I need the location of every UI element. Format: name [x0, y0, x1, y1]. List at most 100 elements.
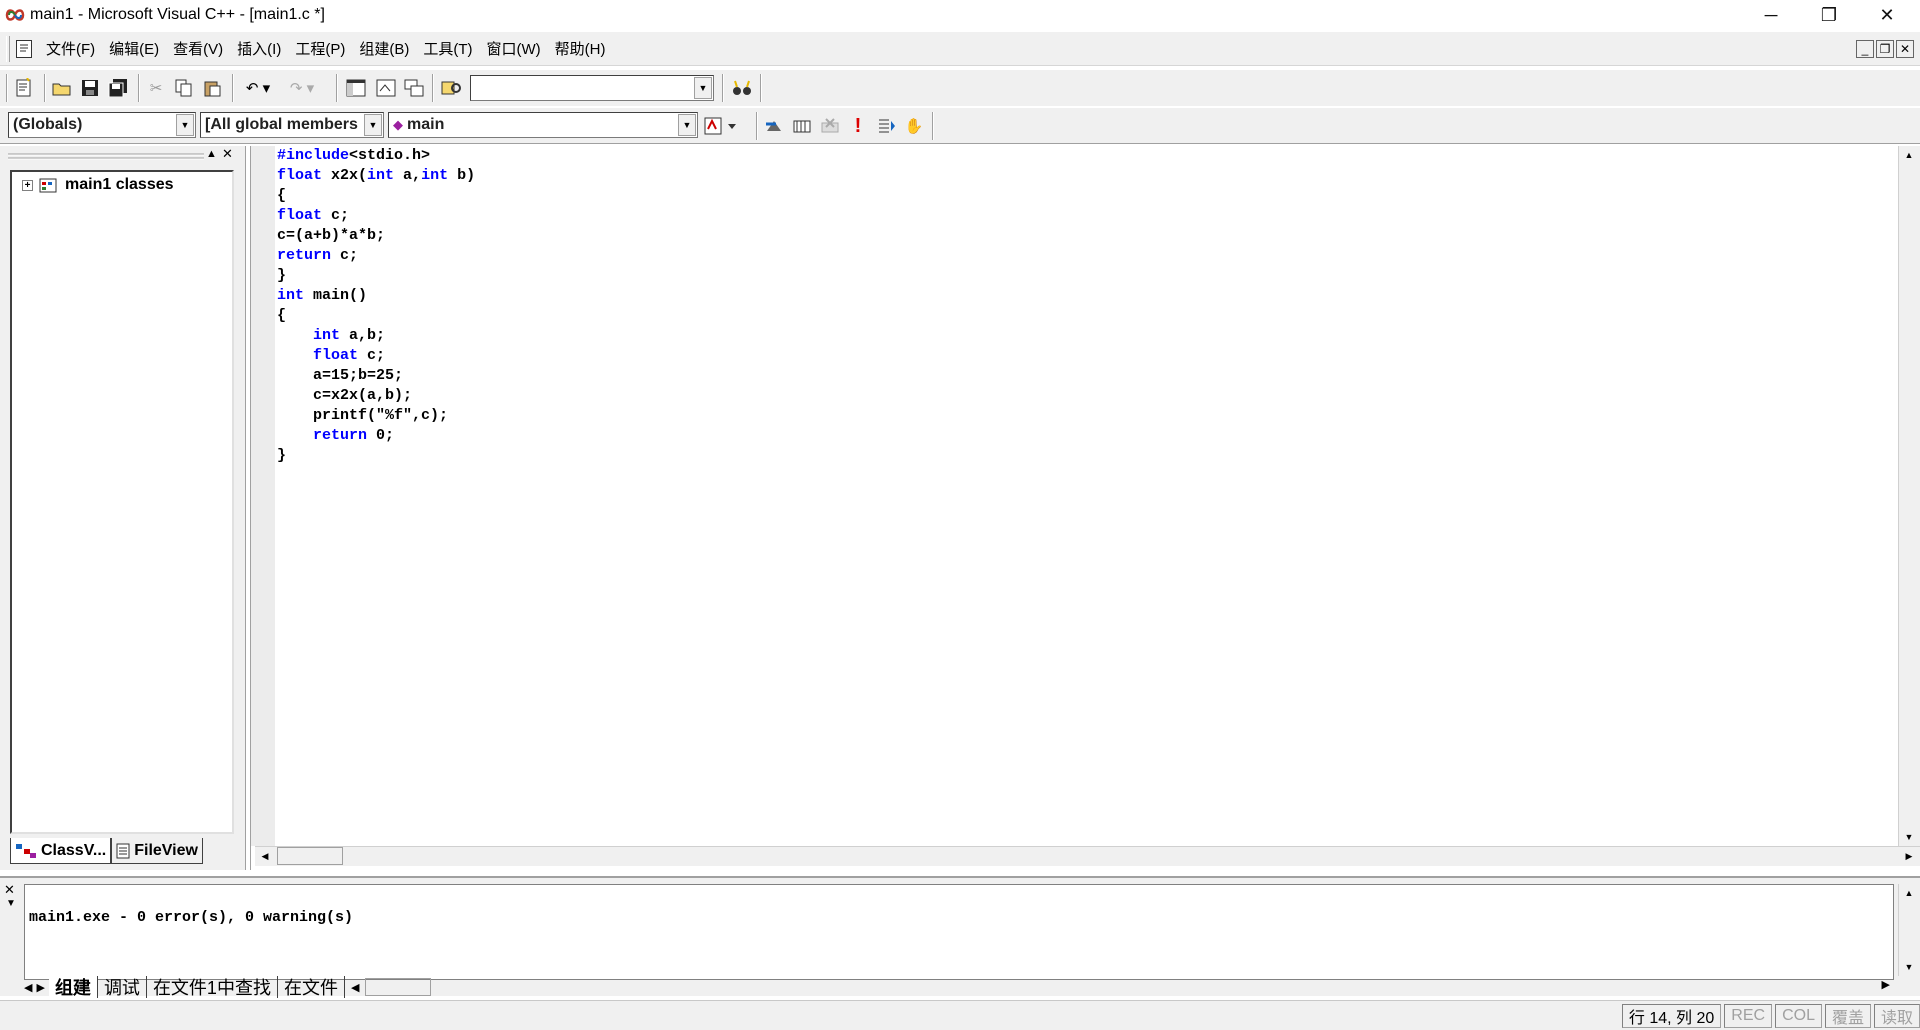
- mdi-minimize-button[interactable]: _: [1856, 40, 1874, 58]
- output-close-icon[interactable]: ✕: [4, 882, 15, 898]
- compile-icon[interactable]: [762, 114, 786, 138]
- code-line[interactable]: return c;: [277, 246, 475, 266]
- find-in-files-icon[interactable]: [440, 76, 464, 100]
- workspace-window-icon[interactable]: [344, 76, 368, 100]
- menu-project[interactable]: 工程(P): [295, 38, 345, 59]
- output-maximize-icon[interactable]: ▼: [6, 898, 16, 909]
- menu-view[interactable]: 查看(V): [173, 38, 223, 59]
- tab-fileview[interactable]: FileView: [111, 838, 203, 864]
- mdi-close-button[interactable]: ✕: [1896, 40, 1914, 58]
- save-icon[interactable]: [78, 76, 102, 100]
- toolbar-separator: [44, 74, 46, 102]
- document-icon[interactable]: [16, 39, 32, 58]
- scroll-down-icon[interactable]: ▼: [1899, 828, 1919, 846]
- paste-icon[interactable]: [200, 76, 224, 100]
- code-line[interactable]: int main(): [277, 286, 475, 306]
- chevron-down-icon[interactable]: ▼: [364, 114, 382, 136]
- menu-build[interactable]: 组建(B): [359, 38, 409, 59]
- code-line[interactable]: return 0;: [277, 426, 475, 446]
- build-icon[interactable]: [790, 114, 814, 138]
- cut-icon[interactable]: ✂: [144, 76, 168, 100]
- output-tabs: ◀ ▶ 组建 调试 在文件1中查找 在文件 ◀: [24, 976, 432, 998]
- tree-node-main1-classes[interactable]: + main1 classes: [22, 176, 174, 194]
- visual-cpp-app-icon[interactable]: [4, 4, 26, 26]
- restore-button[interactable]: ❐: [1800, 0, 1858, 30]
- close-button[interactable]: ✕: [1858, 0, 1916, 30]
- chevron-down-icon[interactable]: ▼: [678, 114, 696, 136]
- chevron-down-icon[interactable]: ▼: [176, 114, 194, 136]
- scroll-down-icon[interactable]: ▼: [1899, 958, 1919, 976]
- tab-scroll-right-icon[interactable]: ▶: [36, 981, 44, 994]
- expand-plus-icon[interactable]: +: [22, 179, 33, 191]
- menu-tools[interactable]: 工具(T): [423, 38, 472, 59]
- undo-icon[interactable]: ↶ ▾: [240, 76, 276, 100]
- code-line[interactable]: printf("%f",c);: [277, 406, 475, 426]
- tab-debug[interactable]: 调试: [98, 976, 147, 998]
- code-line[interactable]: c=x2x(a,b);: [277, 386, 475, 406]
- editor-horizontal-scrollbar[interactable]: ◀ ▶: [255, 846, 1920, 866]
- find-combo[interactable]: ▼: [470, 75, 714, 101]
- wizardbar-actions-icon[interactable]: [702, 114, 742, 138]
- output-window-icon[interactable]: [374, 76, 398, 100]
- code-line[interactable]: float c;: [277, 206, 475, 226]
- code-line[interactable]: int a,b;: [277, 326, 475, 346]
- menu-window[interactable]: 窗口(W): [486, 38, 540, 59]
- tab-classview[interactable]: ClassV...: [10, 838, 112, 864]
- chevron-down-icon[interactable]: ▼: [694, 77, 712, 99]
- scroll-up-icon[interactable]: ▲: [1899, 884, 1919, 902]
- code-line[interactable]: c=(a+b)*a*b;: [277, 226, 475, 246]
- member-combo[interactable]: ◆ main ▼: [388, 112, 698, 138]
- redo-icon[interactable]: ↷ ▾: [284, 76, 320, 100]
- code-line[interactable]: float x2x(int a,int b): [277, 166, 475, 186]
- code-editor[interactable]: #include<stdio.h> float x2x(int a,int b){…: [250, 146, 1920, 870]
- tab-scroll-left-icon[interactable]: ◀: [24, 981, 32, 994]
- window-list-icon[interactable]: [402, 76, 426, 100]
- code-line[interactable]: {: [277, 186, 475, 206]
- editor-vertical-scrollbar[interactable]: ▲ ▼: [1898, 146, 1920, 846]
- output-text-area[interactable]: main1.exe - 0 error(s), 0 warning(s): [24, 884, 1894, 980]
- code-line[interactable]: #include<stdio.h>: [277, 146, 475, 166]
- copy-icon[interactable]: [172, 76, 196, 100]
- breakpoint-hand-icon[interactable]: ✋: [902, 114, 926, 138]
- workspace-close-icon[interactable]: ✕: [222, 146, 233, 162]
- class-combo[interactable]: (Globals) ▼: [8, 112, 196, 138]
- mdi-restore-button[interactable]: ❐: [1876, 40, 1894, 58]
- open-folder-icon[interactable]: [50, 76, 74, 100]
- execute-icon[interactable]: !: [846, 114, 870, 138]
- code-line[interactable]: a=15;b=25;: [277, 366, 475, 386]
- go-debug-icon[interactable]: [874, 114, 898, 138]
- menu-file[interactable]: 文件(F): [46, 38, 95, 59]
- menu-edit[interactable]: 编辑(E): [109, 38, 159, 59]
- tab-find-in-files-1[interactable]: 在文件1中查找: [147, 976, 278, 998]
- code-line[interactable]: {: [277, 306, 475, 326]
- stop-build-icon[interactable]: [818, 114, 842, 138]
- wizard-toolbar: (Globals) ▼ [All global members ▼ ◆ main…: [0, 108, 1920, 144]
- menubar-grip[interactable]: [6, 35, 10, 62]
- member-combo-value: main: [407, 116, 445, 133]
- workspace-maximize-icon[interactable]: ▲: [206, 148, 217, 160]
- code-line[interactable]: }: [277, 446, 475, 466]
- toolbar-separator: [722, 74, 724, 102]
- menu-help[interactable]: 帮助(H): [555, 38, 606, 59]
- code-line[interactable]: float c;: [277, 346, 475, 366]
- scroll-up-icon[interactable]: ▲: [1899, 146, 1919, 164]
- tab-find-in-files-2[interactable]: 在文件: [278, 976, 345, 998]
- tab-build[interactable]: 组建: [48, 976, 98, 998]
- save-all-icon[interactable]: [106, 76, 130, 100]
- scroll-right-icon[interactable]: ▶: [1899, 847, 1919, 865]
- code-text[interactable]: #include<stdio.h> float x2x(int a,int b){…: [277, 146, 475, 466]
- new-text-file-icon[interactable]: [12, 76, 36, 100]
- output-hscroll-thumb[interactable]: [365, 978, 432, 996]
- filter-combo[interactable]: [All global members ▼: [200, 112, 384, 138]
- output-hscroll-left-icon[interactable]: ◀: [351, 981, 359, 994]
- output-hscroll-right-icon[interactable]: ▶: [1882, 978, 1890, 991]
- toolbar-grip[interactable]: [6, 74, 8, 102]
- output-vertical-scrollbar[interactable]: ▲ ▼: [1898, 884, 1920, 976]
- minimize-button[interactable]: ─: [1742, 0, 1800, 30]
- find-binoculars-icon[interactable]: [730, 76, 754, 100]
- scroll-left-icon[interactable]: ◀: [255, 847, 275, 865]
- menu-insert[interactable]: 插入(I): [237, 38, 281, 59]
- horizontal-scroll-thumb[interactable]: [277, 847, 343, 865]
- editor-gutter[interactable]: [251, 146, 275, 846]
- code-line[interactable]: }: [277, 266, 475, 286]
